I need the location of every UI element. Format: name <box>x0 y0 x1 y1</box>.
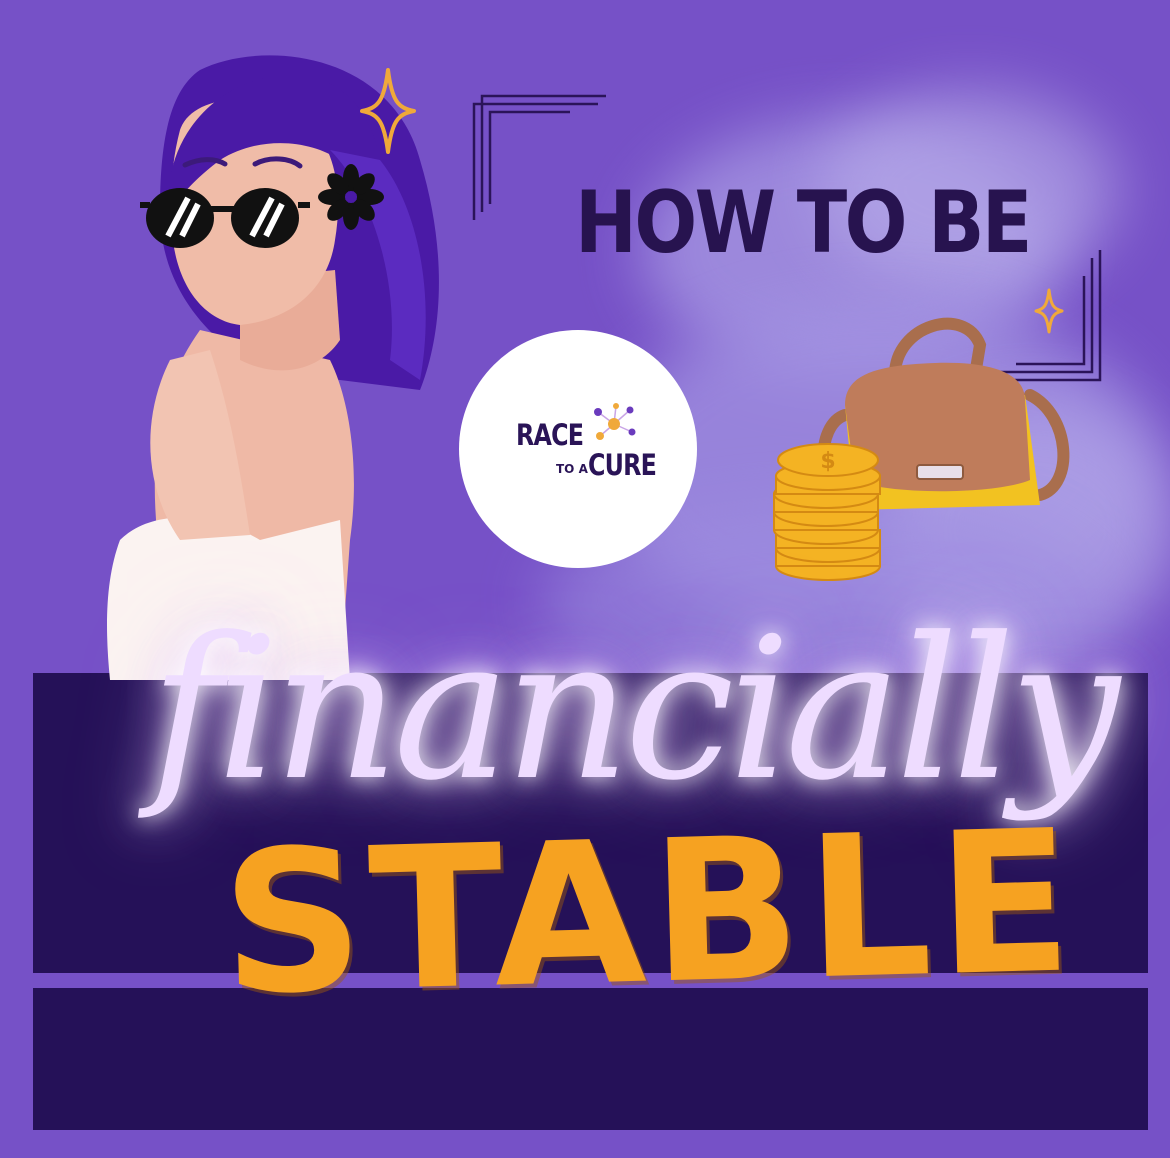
coin-stack-icon: $ <box>773 443 881 581</box>
flower-icon <box>318 164 384 230</box>
logo-line1: RACE <box>516 418 584 452</box>
molecule-icon <box>594 403 636 440</box>
dollar-sign-icon: $ <box>820 449 835 474</box>
headline: HOW TO BE <box>575 173 1032 273</box>
stable-word: STABLE <box>219 788 1081 1039</box>
sparkle-icon <box>360 68 416 154</box>
sunglasses-icon <box>140 188 310 248</box>
logo-line2-big: CURE <box>588 448 657 482</box>
poster: HOW TO BE $ RACE TO A CURE financially S… <box>0 0 1170 1158</box>
